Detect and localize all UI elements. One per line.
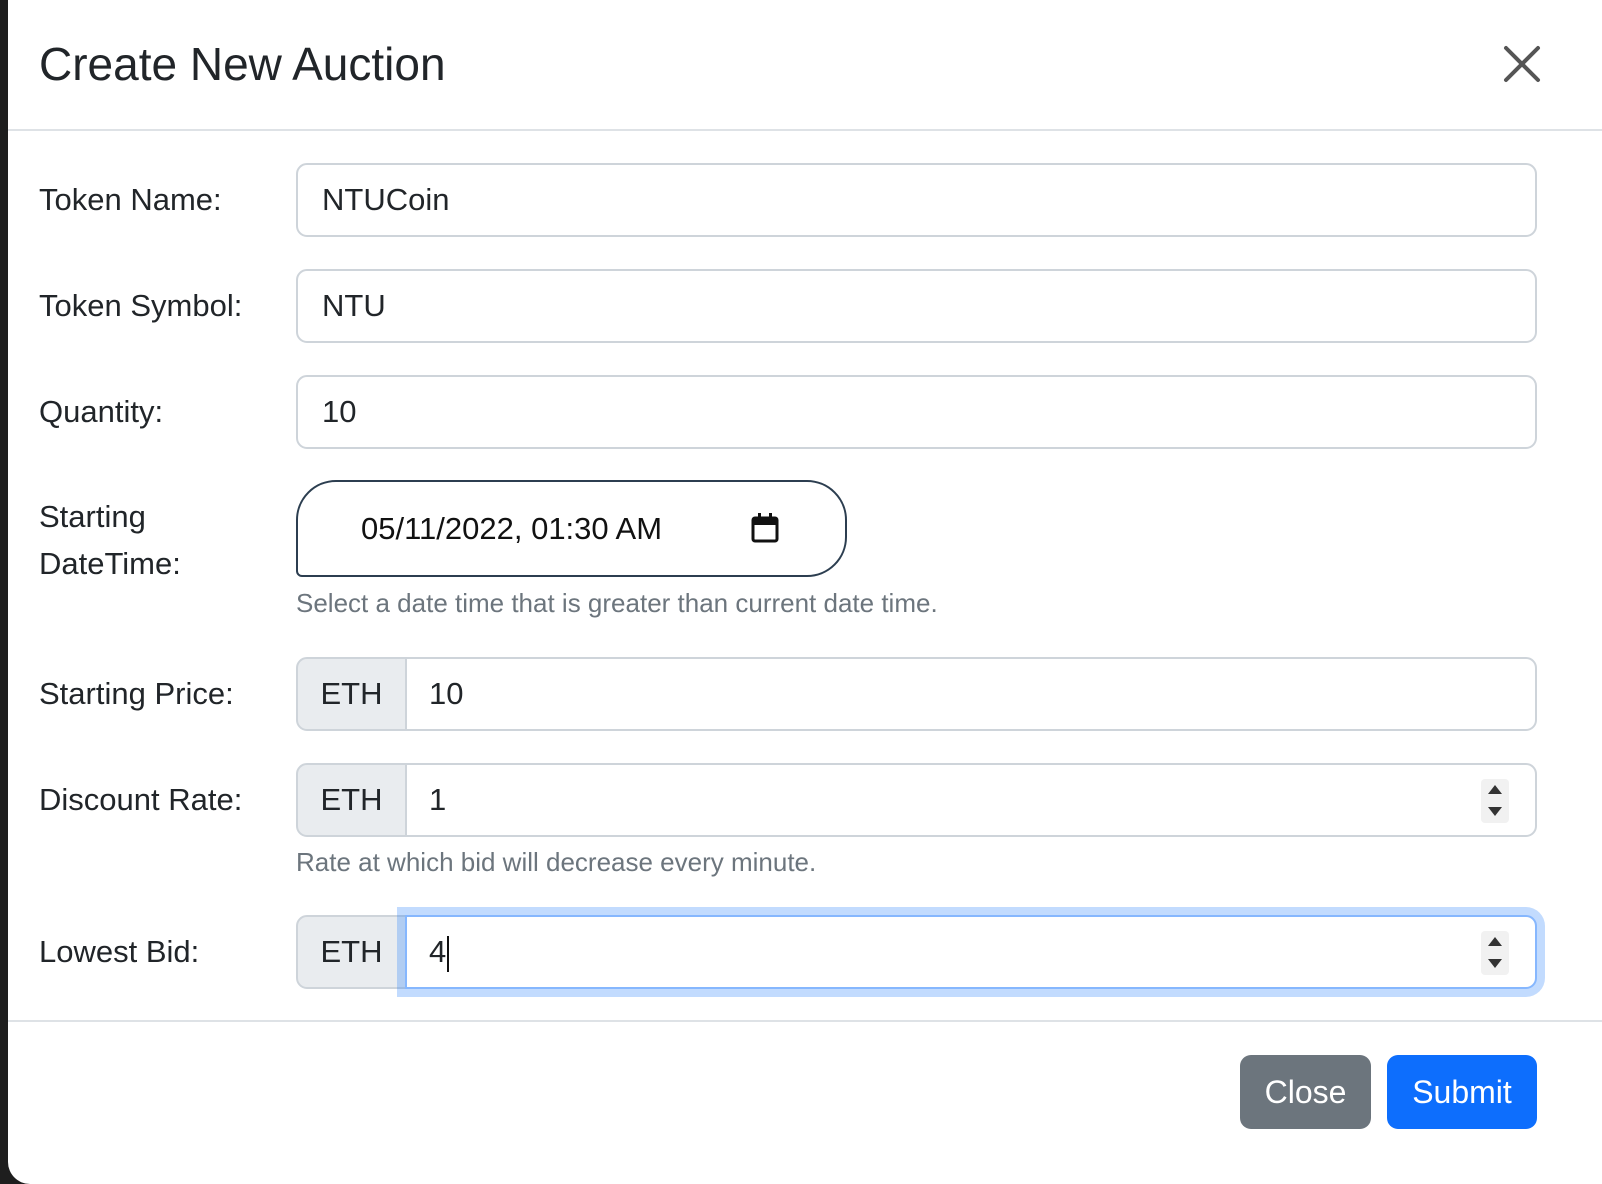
discount-rate-input[interactable]: 1 bbox=[405, 763, 1537, 837]
lowest-bid-value-wrap: 4 bbox=[429, 917, 450, 987]
discount-rate-group: ETH 1 bbox=[296, 763, 1537, 837]
lowest-bid-currency: ETH bbox=[296, 915, 407, 989]
calendar-icon[interactable] bbox=[750, 512, 780, 544]
close-icon[interactable] bbox=[1498, 40, 1546, 88]
starting-price-label: Starting Price: bbox=[39, 676, 234, 711]
starting-datetime-label-line1: Starting bbox=[39, 499, 146, 534]
lowest-bid-label: Lowest Bid: bbox=[39, 934, 200, 969]
token-symbol-label: Token Symbol: bbox=[39, 288, 243, 323]
modal-footer: Close Submit bbox=[8, 1020, 1602, 1184]
quantity-label: Quantity: bbox=[39, 394, 164, 429]
token-name-input[interactable]: NTUCoin bbox=[296, 163, 1537, 237]
stepper-up-icon[interactable] bbox=[1488, 785, 1502, 794]
quantity-value: 10 bbox=[322, 394, 357, 429]
lowest-bid-stepper[interactable] bbox=[1481, 931, 1509, 975]
stepper-down-icon[interactable] bbox=[1488, 807, 1502, 816]
discount-rate-stepper[interactable] bbox=[1481, 779, 1509, 823]
discount-rate-label: Discount Rate: bbox=[39, 782, 243, 817]
discount-rate-help: Rate at which bid will decrease every mi… bbox=[296, 847, 817, 877]
stepper-up-icon[interactable] bbox=[1488, 937, 1502, 946]
modal-title: Create New Auction bbox=[39, 38, 446, 90]
starting-price-input[interactable]: 10 bbox=[405, 657, 1537, 731]
starting-price-value: 10 bbox=[429, 676, 464, 711]
starting-datetime-label-line2: DateTime: bbox=[39, 546, 181, 581]
discount-rate-currency: ETH bbox=[296, 763, 407, 837]
starting-datetime-help: Select a date time that is greater than … bbox=[296, 588, 938, 618]
lowest-bid-group: ETH 4 bbox=[296, 915, 1537, 989]
token-symbol-input[interactable]: NTU bbox=[296, 269, 1537, 343]
token-symbol-value: NTU bbox=[322, 288, 386, 323]
token-name-label: Token Name: bbox=[39, 182, 222, 217]
stepper-down-icon[interactable] bbox=[1488, 959, 1502, 968]
create-auction-modal: Create New Auction Token Name: NTUCoin T… bbox=[8, 0, 1602, 1184]
text-caret bbox=[447, 935, 450, 972]
modal-header: Create New Auction bbox=[8, 0, 1602, 131]
submit-button[interactable]: Submit bbox=[1387, 1055, 1537, 1129]
token-name-value: NTUCoin bbox=[322, 182, 450, 217]
close-button[interactable]: Close bbox=[1240, 1055, 1371, 1129]
starting-price-currency: ETH bbox=[296, 657, 407, 731]
lowest-bid-input[interactable]: 4 bbox=[405, 915, 1537, 989]
quantity-input[interactable]: 10 bbox=[296, 375, 1537, 449]
starting-price-group: ETH 10 bbox=[296, 657, 1537, 731]
starting-datetime-input[interactable]: 05/11/2022, 01:30 AM bbox=[296, 480, 847, 577]
starting-datetime-value: 05/11/2022, 01:30 AM bbox=[361, 511, 663, 546]
lowest-bid-value: 4 bbox=[429, 934, 447, 969]
discount-rate-value: 1 bbox=[429, 782, 447, 817]
